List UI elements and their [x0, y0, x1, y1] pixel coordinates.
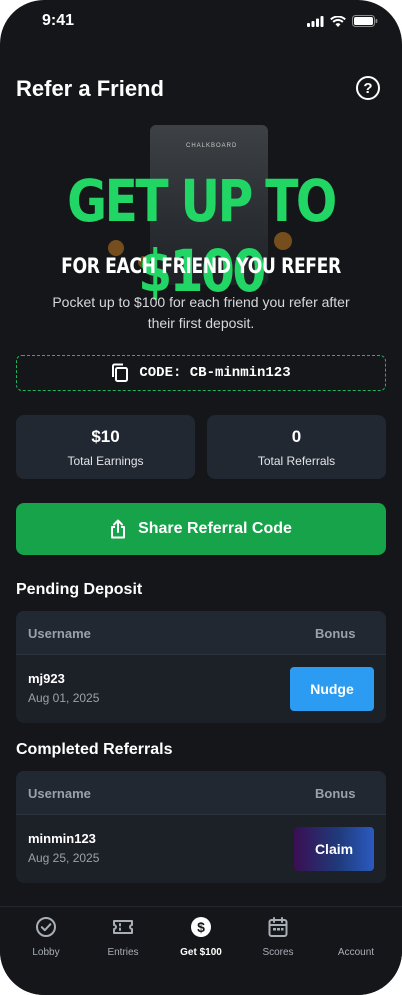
pending-deposit-table: Username Bonus mj923 Aug 01, 2025 Nudge [16, 611, 386, 723]
table-header: Username Bonus [16, 771, 386, 815]
referral-code-box[interactable]: CODE: CB-minmin123 [16, 355, 386, 391]
tab-label: Account [337, 947, 375, 958]
status-icons [307, 15, 378, 27]
share-icon [111, 519, 126, 539]
total-earnings-value: $10 [91, 427, 120, 446]
wifi-icon [330, 15, 346, 27]
tab-get-100[interactable]: $ Get $100 [161, 907, 241, 977]
copy-icon [112, 363, 129, 382]
status-bar: 9:41 [0, 0, 402, 44]
referral-code-text: CODE: CB-minmin123 [139, 365, 291, 381]
column-header-bonus: Bonus [315, 626, 356, 641]
tab-label: Scores [262, 947, 294, 958]
account-icon [345, 916, 367, 938]
completed-referrals-table: Username Bonus minmin123 Aug 25, 2025 Cl… [16, 771, 386, 883]
row-username: mj923 [28, 671, 65, 686]
table-header: Username Bonus [16, 611, 386, 655]
total-referrals-card: 0 Total Referrals [207, 415, 386, 479]
column-header-bonus: Bonus [315, 786, 356, 801]
tab-scores[interactable]: Scores [238, 907, 318, 977]
hero-headline: GET UP TO $100 [67, 167, 337, 305]
page-title: Refer a Friend [16, 76, 164, 101]
tab-label: Get $100 [180, 947, 222, 958]
row-username: minmin123 [28, 831, 96, 846]
nudge-button[interactable]: Nudge [290, 667, 374, 711]
tab-lobby[interactable]: Lobby [6, 907, 86, 977]
completed-referrals-title: Completed Referrals [16, 741, 173, 758]
total-referrals-value: 0 [291, 427, 302, 446]
signal-icon [307, 15, 324, 27]
row-date: Aug 25, 2025 [28, 851, 100, 865]
battery-icon [352, 15, 378, 27]
dollar-circle-icon: $ [191, 917, 211, 937]
column-header-username: Username [28, 626, 91, 641]
ticket-icon [113, 920, 133, 934]
svg-text:$: $ [197, 919, 205, 935]
total-earnings-card: $10 Total Earnings [16, 415, 195, 479]
claim-button[interactable]: Claim [294, 827, 374, 871]
check-circle-icon [36, 917, 56, 937]
total-referrals-label: Total Referrals [257, 454, 336, 468]
column-header-username: Username [28, 786, 91, 801]
tab-entries[interactable]: Entries [83, 907, 163, 977]
hero-subheadline: FOR EACH FRIEND YOU REFER [61, 254, 341, 278]
status-time: 9:41 [42, 12, 75, 29]
tab-label: Lobby [32, 947, 60, 958]
tab-label: Entries [107, 947, 139, 958]
hero-background-label: CHALKBOARD [186, 143, 238, 149]
question-circle-icon[interactable]: ? [356, 76, 380, 100]
tab-account[interactable]: Account [316, 907, 396, 977]
total-earnings-label: Total Earnings [67, 454, 144, 468]
pending-deposit-title: Pending Deposit [16, 581, 143, 598]
hero-description: Pocket up to $100 for each friend you re… [52, 294, 350, 331]
share-referral-code-button[interactable]: Share Referral Code [16, 503, 386, 555]
calendar-icon [268, 917, 288, 937]
share-button-label: Share Referral Code [138, 520, 292, 537]
phone-screen: 9:41 Refer a Friend ? CHALKBOARD GET UP … [0, 0, 402, 995]
row-date: Aug 01, 2025 [28, 691, 100, 705]
